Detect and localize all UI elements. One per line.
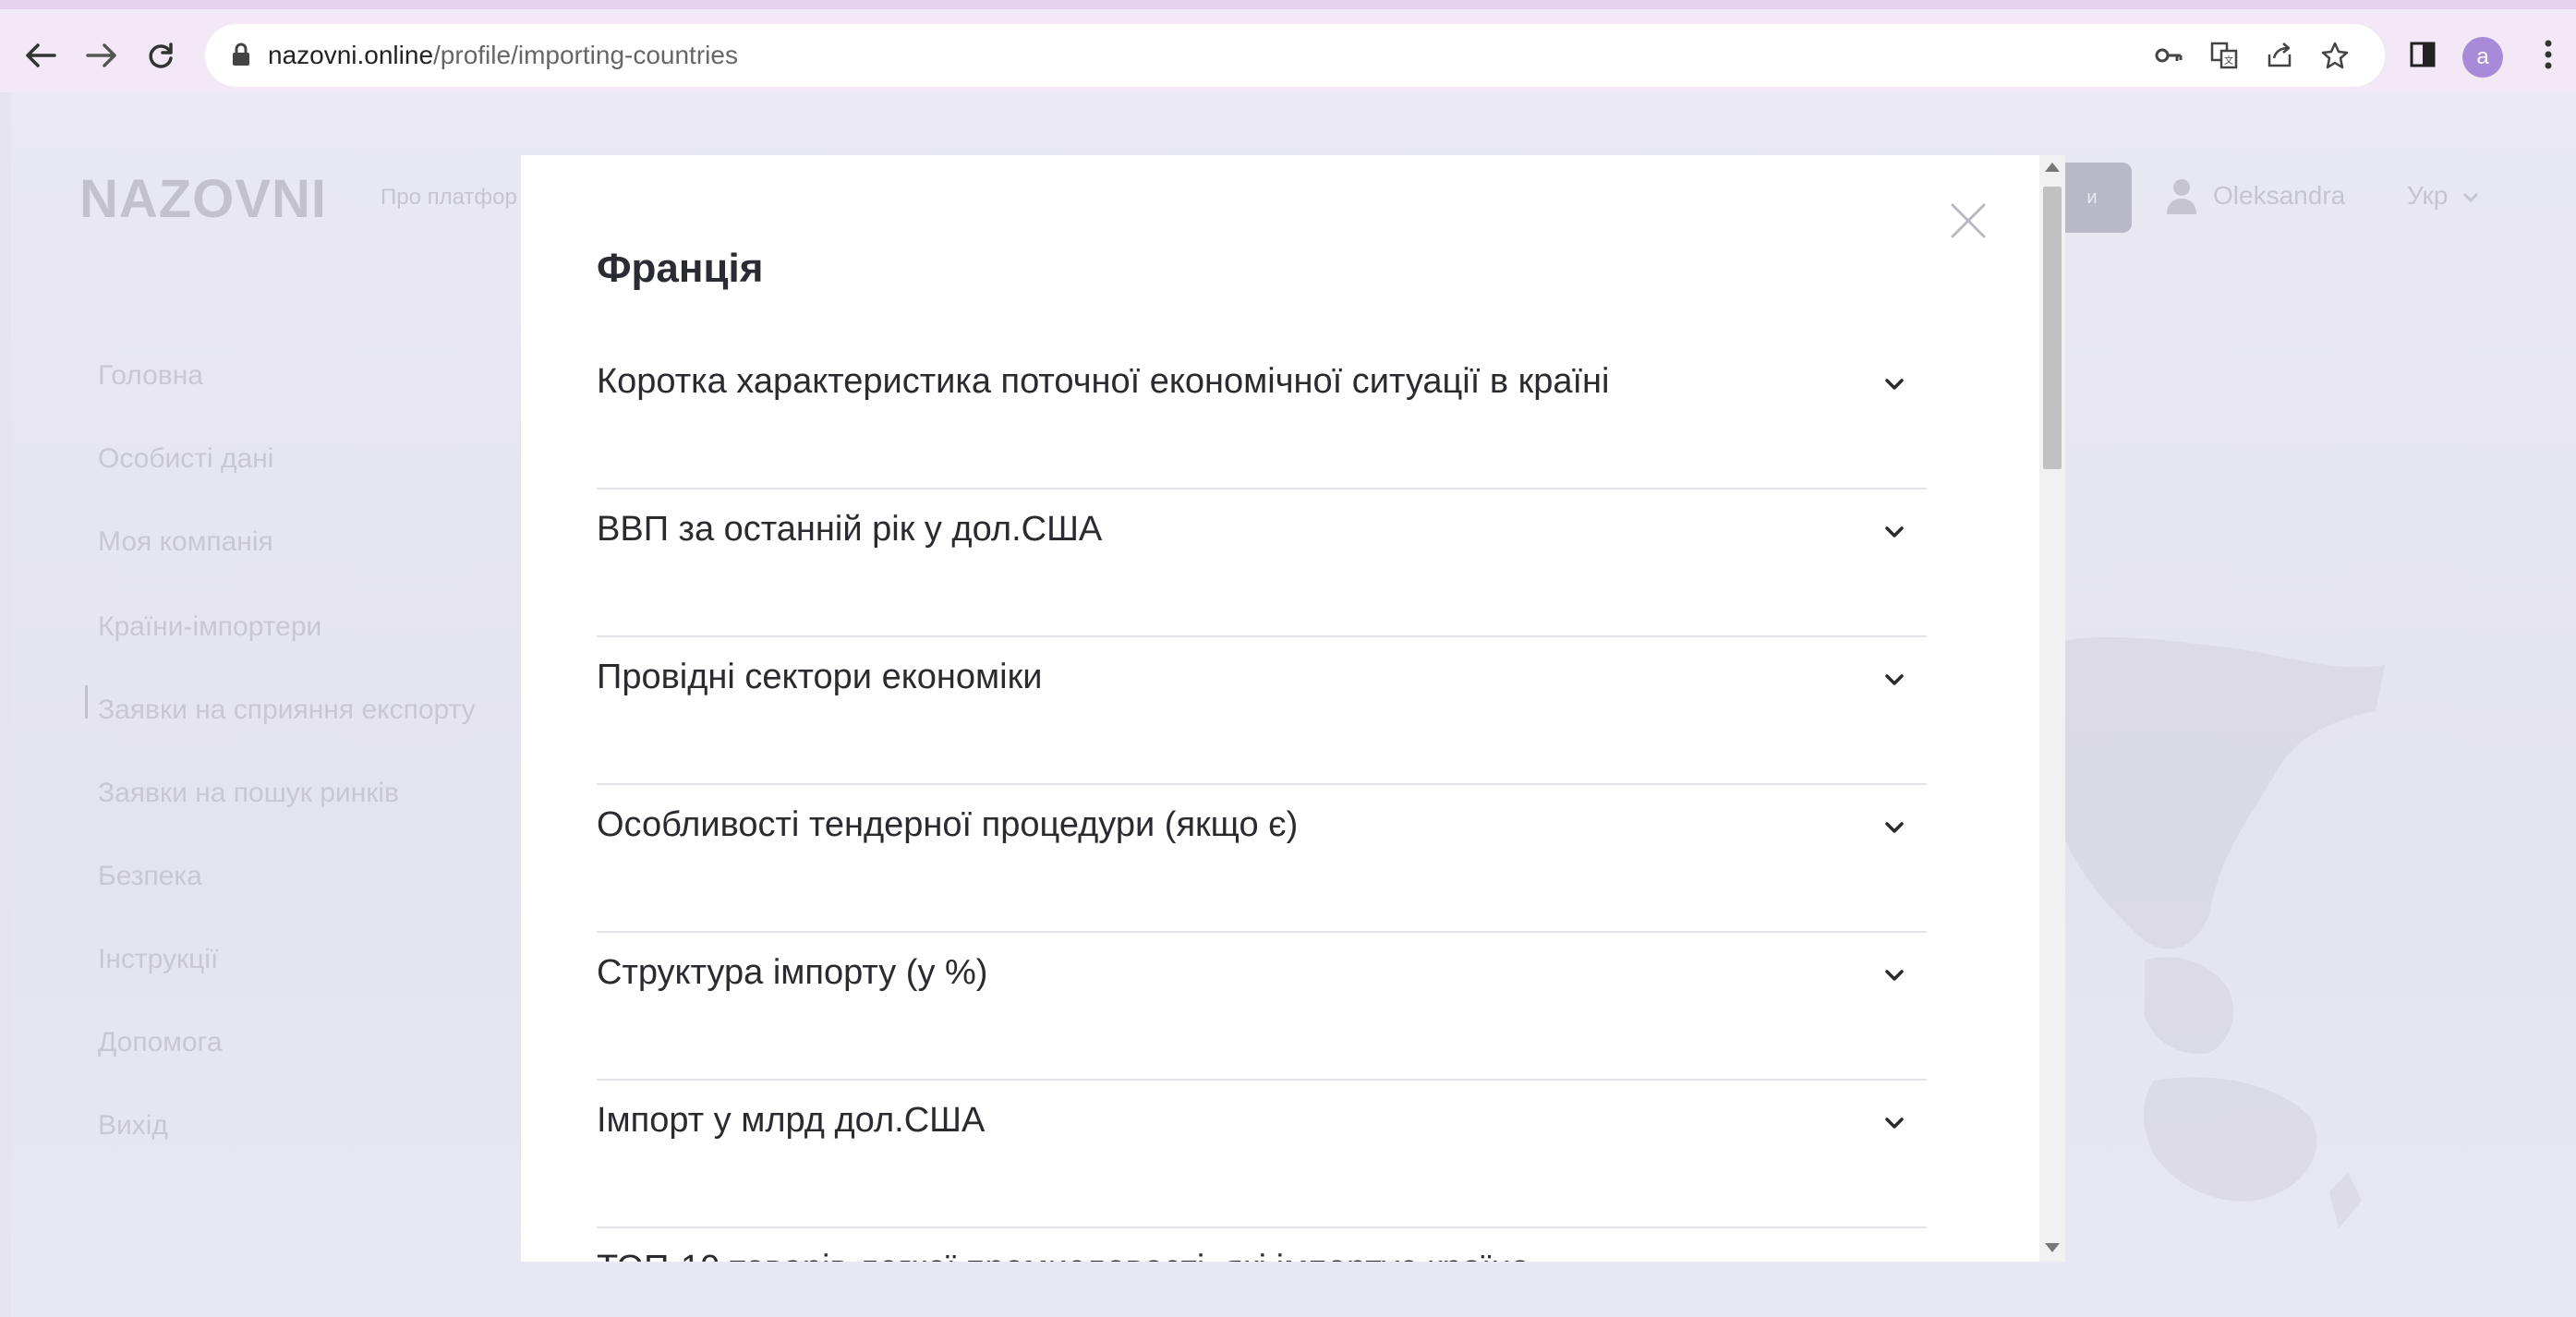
- svg-text:文: 文: [2224, 54, 2233, 66]
- accordion-label[interactable]: ТОП-10 товарів легкої промисловості, які…: [597, 1249, 1530, 1262]
- share-icon[interactable]: [2265, 41, 2294, 70]
- scrollbar-thumb[interactable]: [2043, 187, 2062, 469]
- language-select[interactable]: Укр: [2407, 181, 2479, 211]
- back-arrow-icon[interactable]: [20, 35, 61, 76]
- scroll-up-arrow-icon[interactable]: [2045, 163, 2060, 172]
- nav-link-about-platform[interactable]: Про платфор: [381, 185, 517, 211]
- country-info-modal: Франція Коротка характеристика поточної …: [521, 155, 2065, 1262]
- url-path: /profile/importing-countries: [433, 41, 738, 69]
- user-icon: [2167, 179, 2196, 214]
- accordion-item[interactable]: Особливості тендерної процедури (якщо є): [597, 785, 1927, 933]
- chevron-down-icon[interactable]: [1882, 818, 1906, 837]
- accordion-item[interactable]: Імпорт у млрд дол.США: [597, 1081, 1927, 1228]
- accordion-item[interactable]: ТОП-10 товарів легкої промисловості, які…: [597, 1228, 1927, 1262]
- side-panel-icon[interactable]: [2401, 33, 2444, 76]
- reload-icon[interactable]: [140, 35, 181, 76]
- sidebar-item-security[interactable]: Безпека: [98, 861, 202, 892]
- chevron-down-icon[interactable]: [1882, 1114, 1906, 1132]
- sidebar-item-instructions[interactable]: Інструкції: [98, 944, 218, 975]
- chevron-down-icon[interactable]: [1882, 523, 1906, 541]
- scroll-down-arrow-icon[interactable]: [2045, 1243, 2060, 1252]
- chevron-down-icon[interactable]: [1882, 375, 1906, 393]
- accordion-label[interactable]: Коротка характеристика поточної економіч…: [597, 362, 1609, 402]
- language-label: Укр: [2407, 181, 2449, 210]
- sidebar-item-importing-countries[interactable]: Країни-імпортери: [98, 611, 321, 643]
- chevron-down-icon: [2463, 192, 2479, 202]
- sidebar-item-market-search-requests[interactable]: Заявки на пошук ринків: [98, 778, 399, 809]
- address-bar[interactable]: nazovni.online/profile/importing-countri…: [205, 24, 2385, 87]
- site-logo[interactable]: NAZOVNI: [79, 168, 327, 230]
- profile-avatar-icon[interactable]: a: [2462, 37, 2503, 78]
- user-name[interactable]: Oleksandra: [2213, 181, 2345, 211]
- url-text[interactable]: nazovni.online/profile/importing-countri…: [268, 41, 738, 70]
- translate-icon[interactable]: 文: [2209, 41, 2239, 70]
- menu-kebab-icon[interactable]: [2527, 33, 2570, 76]
- sidebar-item-personal-data[interactable]: Особисті дані: [98, 443, 273, 475]
- accordion-item[interactable]: ВВП за останній рік у дол.США: [597, 489, 1927, 637]
- accordion-label[interactable]: Структура імпорту (у %): [597, 953, 987, 993]
- browser-toolbar: nazovni.online/profile/importing-countri…: [0, 0, 2576, 92]
- sidebar-item-logout[interactable]: Вихід: [98, 1110, 168, 1142]
- close-icon[interactable]: [1947, 199, 1989, 242]
- profile-initial: a: [2476, 44, 2489, 69]
- accordion-item[interactable]: Коротка характеристика поточної економіч…: [597, 342, 1927, 489]
- sidebar-item-home[interactable]: Головна: [98, 360, 203, 392]
- accordion-label[interactable]: Провідні сектори економіки: [597, 658, 1042, 697]
- accordion-item[interactable]: Структура імпорту (у %): [597, 933, 1927, 1081]
- accordion-label[interactable]: Імпорт у млрд дол.США: [597, 1101, 985, 1141]
- lock-icon[interactable]: [231, 42, 251, 66]
- chevron-down-icon[interactable]: [1882, 966, 1906, 985]
- accordion-label[interactable]: ВВП за останній рік у дол.США: [597, 510, 1102, 550]
- sidebar-item-help[interactable]: Допомога: [98, 1027, 223, 1058]
- modal-title: Франція: [597, 246, 764, 291]
- key-icon[interactable]: [2154, 41, 2183, 70]
- sidebar-item-export-requests[interactable]: Заявки на сприяння експорту: [98, 695, 476, 726]
- modal-scrollbar[interactable]: [2039, 155, 2065, 1262]
- accordion-item[interactable]: Провідні сектори економіки: [597, 637, 1927, 785]
- sidebar-active-indicator: [85, 685, 88, 719]
- url-host: nazovni.online: [268, 41, 434, 69]
- forward-arrow-icon[interactable]: [81, 35, 122, 76]
- sidebar-item-my-company[interactable]: Моя компанія: [98, 526, 273, 558]
- chevron-down-icon[interactable]: [1882, 671, 1906, 689]
- accordion-label[interactable]: Особливості тендерної процедури (якщо є): [597, 805, 1298, 845]
- star-icon[interactable]: [2320, 41, 2350, 70]
